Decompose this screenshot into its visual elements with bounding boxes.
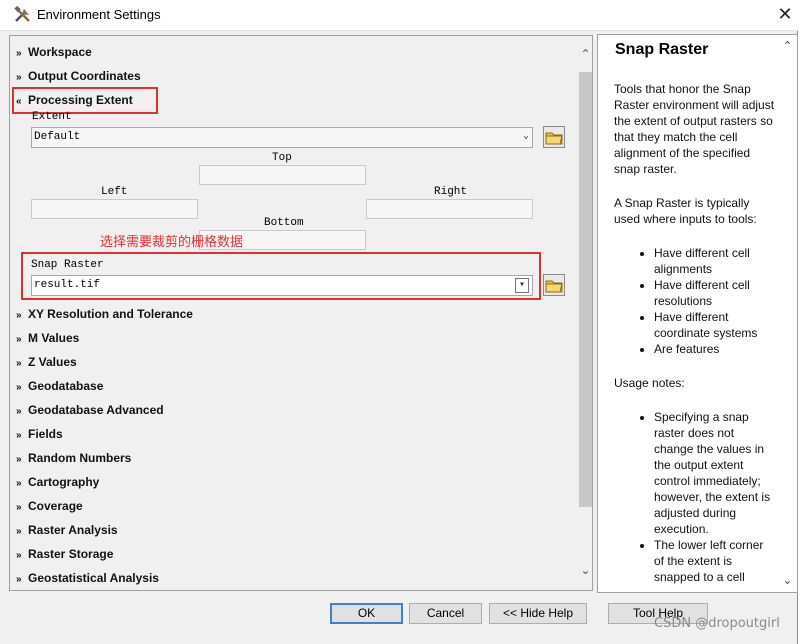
expand-chevron-icon: » — [16, 382, 22, 393]
expand-chevron-icon: » — [16, 72, 22, 83]
expand-chevron-icon: » — [16, 310, 22, 321]
settings-panel: » Workspace » Output Coordinates «Processi… — [9, 35, 593, 591]
extent-left-field[interactable] — [31, 199, 198, 219]
extent-browse-button[interactable] — [543, 126, 565, 148]
scroll-down-icon[interactable]: ⌄ — [779, 572, 796, 589]
expand-chevron-icon: » — [16, 574, 22, 585]
scroll-up-icon[interactable]: ⌃ — [577, 46, 592, 63]
snap-raster-dropdown[interactable]: result.tif ▾ — [31, 275, 533, 296]
help-body: Tools that honor the Snap Raster environ… — [614, 81, 776, 592]
bottom-label: Bottom — [264, 217, 304, 229]
help-list-item: The lower left corner of the extent is s… — [654, 537, 776, 585]
section-raster-analysis[interactable]: » Raster Analysis — [16, 523, 118, 539]
help-list-item: Have different coordinate systems — [654, 309, 776, 341]
help-title: Snap Raster — [615, 41, 709, 58]
folder-icon — [545, 132, 563, 145]
watermark: CSDN @dropoutgirl — [654, 616, 780, 631]
section-geostatistical-analysis[interactable]: » Geostatistical Analysis — [16, 571, 159, 587]
section-fields[interactable]: » Fields — [16, 427, 63, 443]
help-list: Specifying a snap raster does not change… — [614, 409, 776, 585]
expand-chevron-icon: » — [16, 358, 22, 369]
expand-chevron-icon: » — [16, 550, 22, 561]
left-label: Left — [101, 186, 128, 198]
window-title: Environment Settings — [37, 7, 161, 22]
help-list-item: Have different cell resolutions — [654, 277, 776, 309]
help-paragraph: A Snap Raster is typically used where in… — [614, 196, 757, 226]
expand-chevron-icon: » — [16, 502, 22, 513]
dropdown-arrow-icon: ▾ — [515, 278, 529, 293]
expand-chevron-icon: » — [16, 430, 22, 441]
scroll-thumb[interactable] — [579, 72, 592, 507]
help-list: Have different cell alignments Have diff… — [614, 245, 776, 357]
section-cartography[interactable]: » Cartography — [16, 475, 99, 491]
chevron-down-icon: ⌄ — [522, 131, 529, 142]
help-panel: Snap Raster Tools that honor the Snap Ra… — [597, 34, 798, 593]
tools-icon — [14, 6, 30, 22]
section-geodatabase-advanced[interactable]: » Geodatabase Advanced — [16, 403, 164, 419]
help-paragraph: Usage notes: — [614, 376, 685, 390]
snap-raster-label: Snap Raster — [31, 259, 104, 271]
section-m-values[interactable]: » M Values — [16, 331, 79, 347]
help-list-item: Are features — [654, 341, 776, 357]
close-icon: ✕ — [777, 4, 793, 25]
section-workspace[interactable]: » Workspace — [16, 45, 92, 61]
scroll-down-icon[interactable]: ⌄ — [577, 562, 592, 579]
expand-chevron-icon: » — [16, 334, 22, 345]
extent-top-field[interactable] — [199, 165, 366, 185]
snap-raster-browse-button[interactable] — [543, 274, 565, 296]
section-geodatabase[interactable]: » Geodatabase — [16, 379, 103, 395]
scroll-up-icon[interactable]: ⌃ — [779, 38, 796, 55]
help-list-item: Specifying a snap raster does not change… — [654, 409, 776, 537]
expand-chevron-icon: » — [16, 406, 22, 417]
section-raster-storage[interactable]: » Raster Storage — [16, 547, 113, 563]
help-paragraph: Tools that honor the Snap Raster environ… — [614, 82, 775, 176]
title-bar: Environment Settings ✕ — [0, 0, 798, 31]
section-output-coordinates[interactable]: » Output Coordinates — [16, 69, 141, 85]
settings-scrollbar[interactable]: ⌃ ⌄ — [577, 36, 592, 590]
extent-label: Extent — [32, 111, 72, 123]
expand-chevron-icon: » — [16, 526, 22, 537]
environment-settings-dialog: Environment Settings ✕ » Workspace » Outpu… — [0, 0, 798, 644]
expand-chevron-icon: » — [16, 454, 22, 465]
ok-button[interactable]: OK — [330, 603, 403, 624]
highlight-processing-extent — [12, 87, 158, 114]
close-button[interactable]: ✕ — [770, 4, 800, 28]
section-random-numbers[interactable]: » Random Numbers — [16, 451, 131, 467]
expand-chevron-icon: » — [16, 48, 22, 59]
help-list-item: Have different cell alignments — [654, 245, 776, 277]
section-xy-resolution[interactable]: » XY Resolution and Tolerance — [16, 307, 193, 323]
hide-help-button[interactable]: << Hide Help — [489, 603, 587, 624]
help-scrollbar[interactable]: ⌃ ⌄ — [778, 35, 797, 592]
extent-dropdown[interactable]: Default ⌄ — [31, 127, 533, 148]
top-label: Top — [272, 152, 292, 164]
background-strip — [799, 0, 808, 644]
folder-icon — [545, 280, 563, 293]
cancel-button[interactable]: Cancel — [409, 603, 482, 624]
extent-right-field[interactable] — [366, 199, 533, 219]
right-label: Right — [434, 186, 468, 198]
section-z-values[interactable]: » Z Values — [16, 355, 77, 371]
annotation-text: 选择需要裁剪的栅格数据 — [100, 235, 244, 250]
expand-chevron-icon: » — [16, 478, 22, 489]
section-coverage[interactable]: » Coverage — [16, 499, 83, 515]
